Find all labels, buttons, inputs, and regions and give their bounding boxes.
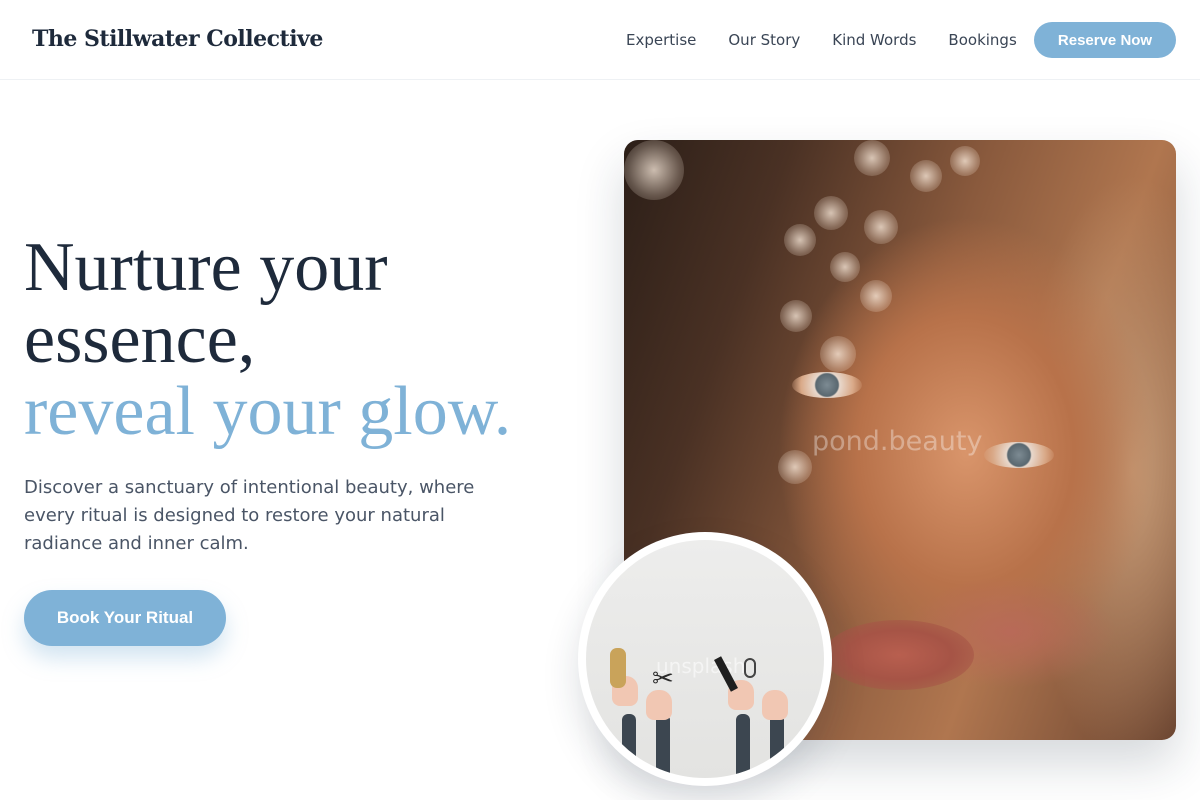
bokeh-light bbox=[864, 210, 898, 244]
hair-brush-icon bbox=[610, 648, 626, 688]
scissors-icon: ✂ bbox=[652, 664, 674, 694]
arm bbox=[622, 714, 636, 778]
bokeh-light bbox=[950, 146, 980, 176]
nav-link-kind-words[interactable]: Kind Words bbox=[832, 31, 916, 49]
bokeh-light bbox=[910, 160, 942, 192]
hand bbox=[762, 690, 788, 720]
site-header: The Stillwater Collective Expertise Our … bbox=[0, 0, 1200, 80]
nav-link-our-story[interactable]: Our Story bbox=[728, 31, 800, 49]
portrait-eye bbox=[984, 442, 1054, 468]
headline-accent-line: reveal your glow. bbox=[24, 373, 512, 450]
bokeh-light bbox=[860, 280, 892, 312]
portrait-lips bbox=[824, 620, 974, 690]
reserve-now-button[interactable]: Reserve Now bbox=[1034, 22, 1176, 58]
bokeh-light bbox=[624, 140, 684, 200]
image-watermark: pond.beauty bbox=[812, 426, 983, 457]
bokeh-light bbox=[778, 450, 812, 484]
nav-link-bookings[interactable]: Bookings bbox=[948, 31, 1016, 49]
nav-link-expertise[interactable]: Expertise bbox=[626, 31, 696, 49]
main-nav: Expertise Our Story Kind Words Bookings bbox=[626, 31, 1017, 49]
hero-description: Discover a sanctuary of intentional beau… bbox=[24, 477, 475, 554]
arm bbox=[656, 714, 670, 778]
bokeh-light bbox=[854, 140, 890, 176]
headline-line-2: essence, bbox=[24, 301, 256, 378]
bokeh-light bbox=[814, 196, 848, 230]
tools-circle-image: unsplash ✂ bbox=[578, 532, 832, 786]
whisk-icon bbox=[744, 658, 756, 678]
bokeh-light bbox=[784, 224, 816, 256]
bokeh-light bbox=[820, 336, 856, 372]
hero-headline: Nurture your essence, reveal your glow. bbox=[24, 232, 584, 448]
headline-line-1: Nurture your bbox=[24, 229, 388, 306]
bokeh-light bbox=[830, 252, 860, 282]
arm bbox=[736, 714, 750, 778]
bokeh-light bbox=[780, 300, 812, 332]
arm bbox=[770, 714, 784, 778]
tools-photo: unsplash ✂ bbox=[586, 540, 824, 778]
hand bbox=[646, 690, 672, 720]
book-ritual-button[interactable]: Book Your Ritual bbox=[24, 590, 226, 646]
brand-logo[interactable]: The Stillwater Collective bbox=[32, 26, 323, 52]
portrait-eye bbox=[792, 372, 862, 398]
